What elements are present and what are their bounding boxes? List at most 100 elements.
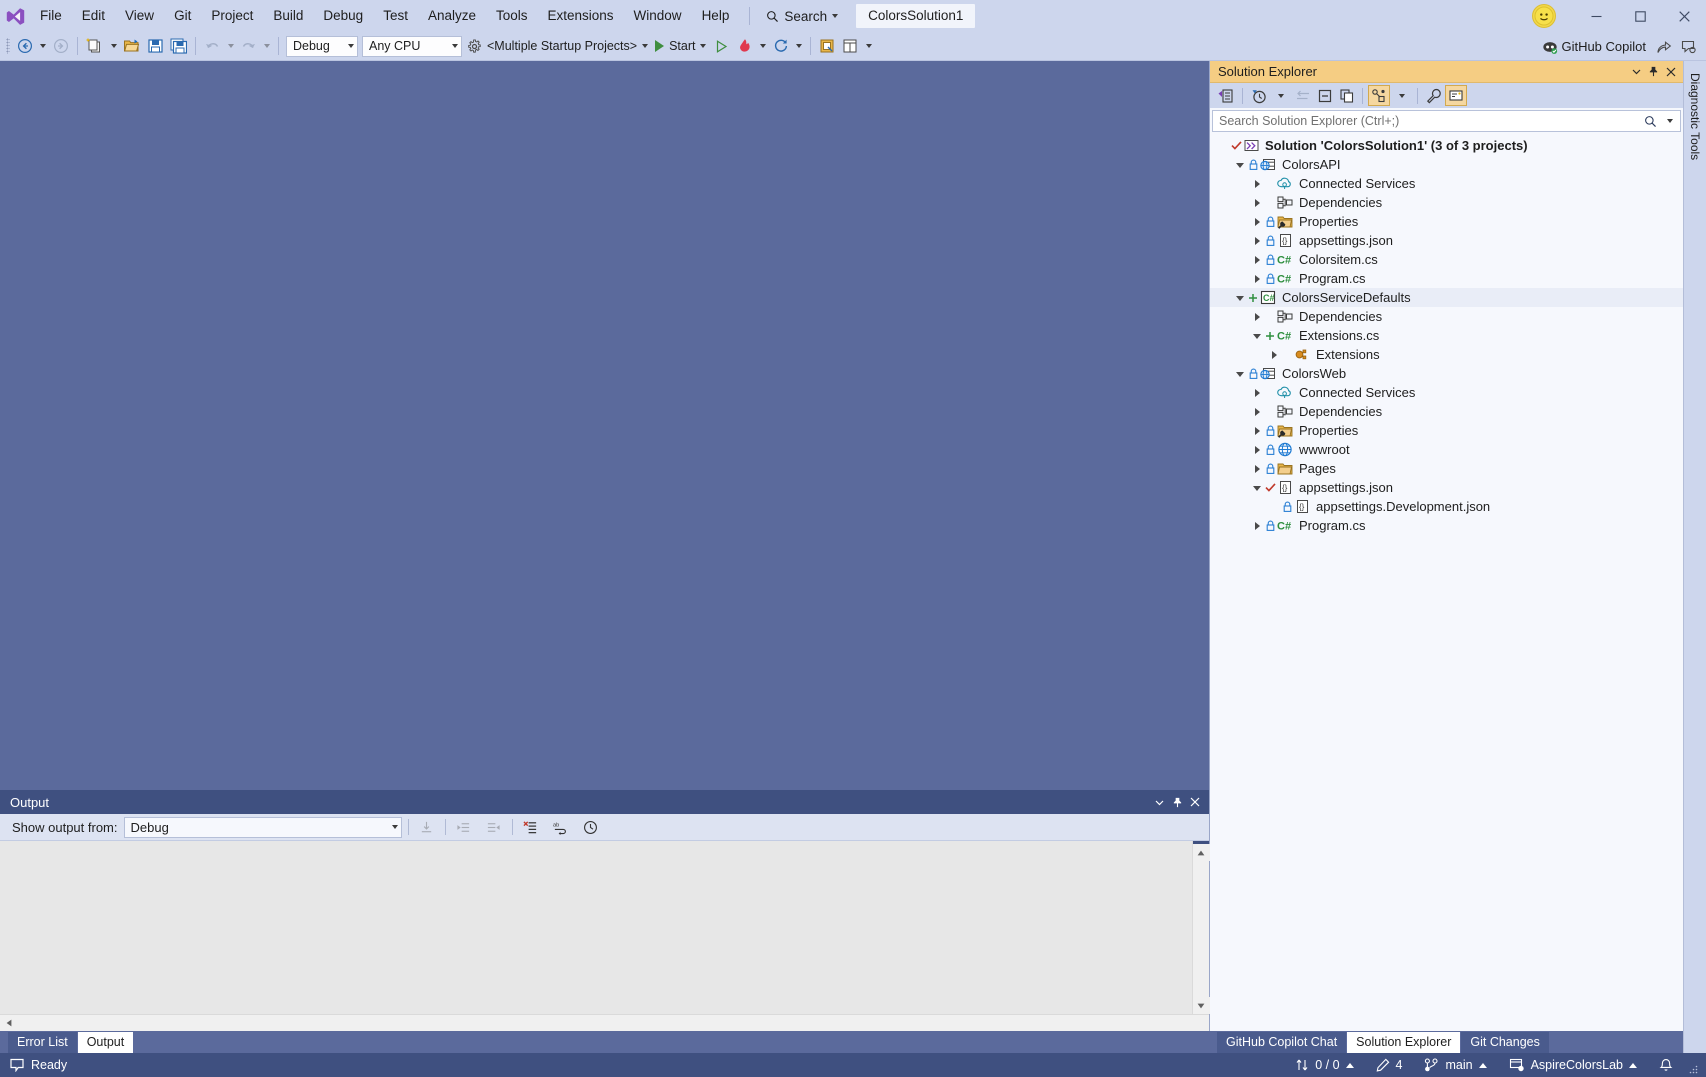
chevron-right-icon[interactable]	[1250, 212, 1264, 231]
new-item-dropdown[interactable]	[107, 35, 120, 58]
scroll-down-arrow-icon[interactable]	[1193, 997, 1210, 1014]
toggle-word-wrap-icon[interactable]: ab	[549, 816, 573, 838]
collapse-all-icon[interactable]	[1314, 85, 1335, 106]
menu-view[interactable]: View	[115, 4, 164, 28]
redo-button[interactable]	[237, 35, 260, 58]
feedback-button[interactable]	[1677, 35, 1700, 58]
chevron-right-icon[interactable]	[1250, 307, 1264, 326]
menu-git[interactable]: Git	[164, 4, 201, 28]
tree-item-dependencies[interactable]: Dependencies	[1210, 307, 1683, 326]
status-pending-changes-item[interactable]: 4	[1367, 1053, 1412, 1077]
start-debug-button[interactable]: Start	[651, 35, 710, 58]
chevron-right-icon[interactable]	[1250, 516, 1264, 535]
tree-item-program-cs[interactable]: C#Program.cs	[1210, 516, 1683, 535]
window-layout-button[interactable]	[839, 35, 862, 58]
menu-file[interactable]: File	[30, 4, 72, 28]
se-pin-button[interactable]	[1645, 62, 1662, 82]
hot-reload-button[interactable]	[733, 35, 756, 58]
open-file-button[interactable]	[120, 35, 144, 58]
tree-item-properties[interactable]: Properties	[1210, 212, 1683, 231]
undo-button[interactable]	[201, 35, 224, 58]
solution-explorer-home-icon[interactable]	[1216, 85, 1237, 106]
tab-output[interactable]: Output	[78, 1032, 134, 1053]
tree-item-appsettings-development-json[interactable]: {}appsettings.Development.json	[1210, 497, 1683, 516]
chevron-right-icon[interactable]	[1250, 383, 1264, 402]
tree-item-wwwroot[interactable]: wwwroot	[1210, 440, 1683, 459]
menu-help[interactable]: Help	[692, 4, 740, 28]
menu-project[interactable]: Project	[201, 4, 263, 28]
tree-item-colorsapi[interactable]: ColorsAPI	[1210, 155, 1683, 174]
tree-item-colorsweb[interactable]: ColorsWeb	[1210, 364, 1683, 383]
sync-with-active-document-icon[interactable]	[1292, 85, 1313, 106]
solution-name-tab[interactable]: ColorsSolution1	[856, 4, 975, 28]
menu-analyze[interactable]: Analyze	[418, 4, 486, 28]
minimize-button[interactable]	[1574, 0, 1618, 32]
chevron-right-icon[interactable]	[1250, 421, 1264, 440]
navigate-backward-button[interactable]	[13, 35, 36, 58]
new-item-button[interactable]	[83, 35, 107, 58]
go-to-previous-message-icon[interactable]	[452, 816, 476, 838]
tree-item-appsettings-json[interactable]: {}appsettings.json	[1210, 478, 1683, 497]
preview-selected-items-dropdown[interactable]	[1391, 85, 1412, 106]
chevron-right-icon[interactable]	[1250, 440, 1264, 459]
chevron-down-icon[interactable]	[1233, 288, 1247, 307]
status-notifications-item[interactable]	[1650, 1053, 1682, 1077]
go-to-next-message-icon[interactable]	[482, 816, 506, 838]
maximize-button[interactable]	[1618, 0, 1662, 32]
restart-button[interactable]	[769, 35, 792, 58]
share-button[interactable]	[1652, 35, 1675, 58]
output-text[interactable]	[0, 841, 1192, 1014]
save-all-button[interactable]	[167, 35, 190, 58]
status-sync-item[interactable]: 0 / 0	[1286, 1053, 1362, 1077]
output-window-dropdown-button[interactable]	[1150, 792, 1168, 812]
se-window-dropdown-button[interactable]	[1628, 62, 1645, 82]
find-message-in-code-icon[interactable]	[415, 816, 439, 838]
tree-item-solution-colorssolution1-3-of-3-projects[interactable]: Solution 'ColorsSolution1' (3 of 3 proje…	[1210, 136, 1683, 155]
tab-git-changes[interactable]: Git Changes	[1461, 1032, 1548, 1053]
global-search-button[interactable]: Search	[758, 4, 846, 28]
output-window-close-button[interactable]	[1186, 792, 1204, 812]
hot-reload-dropdown[interactable]	[756, 35, 769, 58]
tree-item-extensions-cs[interactable]: C#Extensions.cs	[1210, 326, 1683, 345]
tree-item-program-cs[interactable]: C#Program.cs	[1210, 269, 1683, 288]
tree-item-extensions[interactable]: Extensions	[1210, 345, 1683, 364]
navigate-backward-dropdown[interactable]	[36, 35, 49, 58]
tree-item-dependencies[interactable]: Dependencies	[1210, 402, 1683, 421]
tab-github-copilot-chat[interactable]: GitHub Copilot Chat	[1217, 1032, 1346, 1053]
menu-edit[interactable]: Edit	[72, 4, 115, 28]
solution-platform-combo[interactable]: Any CPU	[362, 36, 462, 57]
diagnostic-tools-tab[interactable]: Diagnostic Tools	[1685, 69, 1705, 164]
search-solution-explorer-input[interactable]: Search Solution Explorer (Ctrl+;)	[1212, 110, 1681, 132]
restart-dropdown[interactable]	[792, 35, 805, 58]
search-options-dropdown-icon[interactable]	[1660, 111, 1680, 131]
chevron-right-icon[interactable]	[1250, 269, 1264, 288]
startup-project-selector[interactable]: <Multiple Startup Projects>	[464, 35, 651, 58]
chevron-down-icon[interactable]	[1233, 364, 1247, 383]
chevron-right-icon[interactable]	[1250, 174, 1264, 193]
magnifier-icon[interactable]	[1640, 111, 1660, 131]
output-horizontal-scrollbar[interactable]	[0, 1014, 1209, 1031]
chevron-right-icon[interactable]	[1250, 250, 1264, 269]
menu-build[interactable]: Build	[263, 4, 313, 28]
tree-item-colorsitem-cs[interactable]: C#Colorsitem.cs	[1210, 250, 1683, 269]
toggle-timestamps-icon[interactable]	[579, 816, 603, 838]
chevron-right-icon[interactable]	[1250, 459, 1264, 478]
status-branch-item[interactable]: main	[1415, 1053, 1495, 1077]
tab-solution-explorer[interactable]: Solution Explorer	[1347, 1032, 1460, 1053]
chevron-right-icon[interactable]	[1267, 345, 1281, 364]
output-vertical-scrollbar[interactable]	[1192, 841, 1209, 1014]
menu-window[interactable]: Window	[624, 4, 692, 28]
status-repository-item[interactable]: AspireColorsLab	[1500, 1053, 1646, 1077]
tree-item-appsettings-json[interactable]: {}appsettings.json	[1210, 231, 1683, 250]
view-code-icon[interactable]	[1445, 85, 1467, 106]
pending-changes-filter-icon[interactable]	[1248, 85, 1269, 106]
undo-dropdown[interactable]	[224, 35, 237, 58]
menu-test[interactable]: Test	[373, 4, 418, 28]
solution-configuration-combo[interactable]: Debug	[286, 36, 358, 57]
chevron-right-icon[interactable]	[1250, 231, 1264, 250]
chevron-down-icon[interactable]	[1250, 478, 1264, 497]
output-window-pin-button[interactable]	[1168, 792, 1186, 812]
show-all-files-icon[interactable]	[1336, 85, 1357, 106]
menu-extensions[interactable]: Extensions	[538, 4, 624, 28]
tree-item-dependencies[interactable]: Dependencies	[1210, 193, 1683, 212]
